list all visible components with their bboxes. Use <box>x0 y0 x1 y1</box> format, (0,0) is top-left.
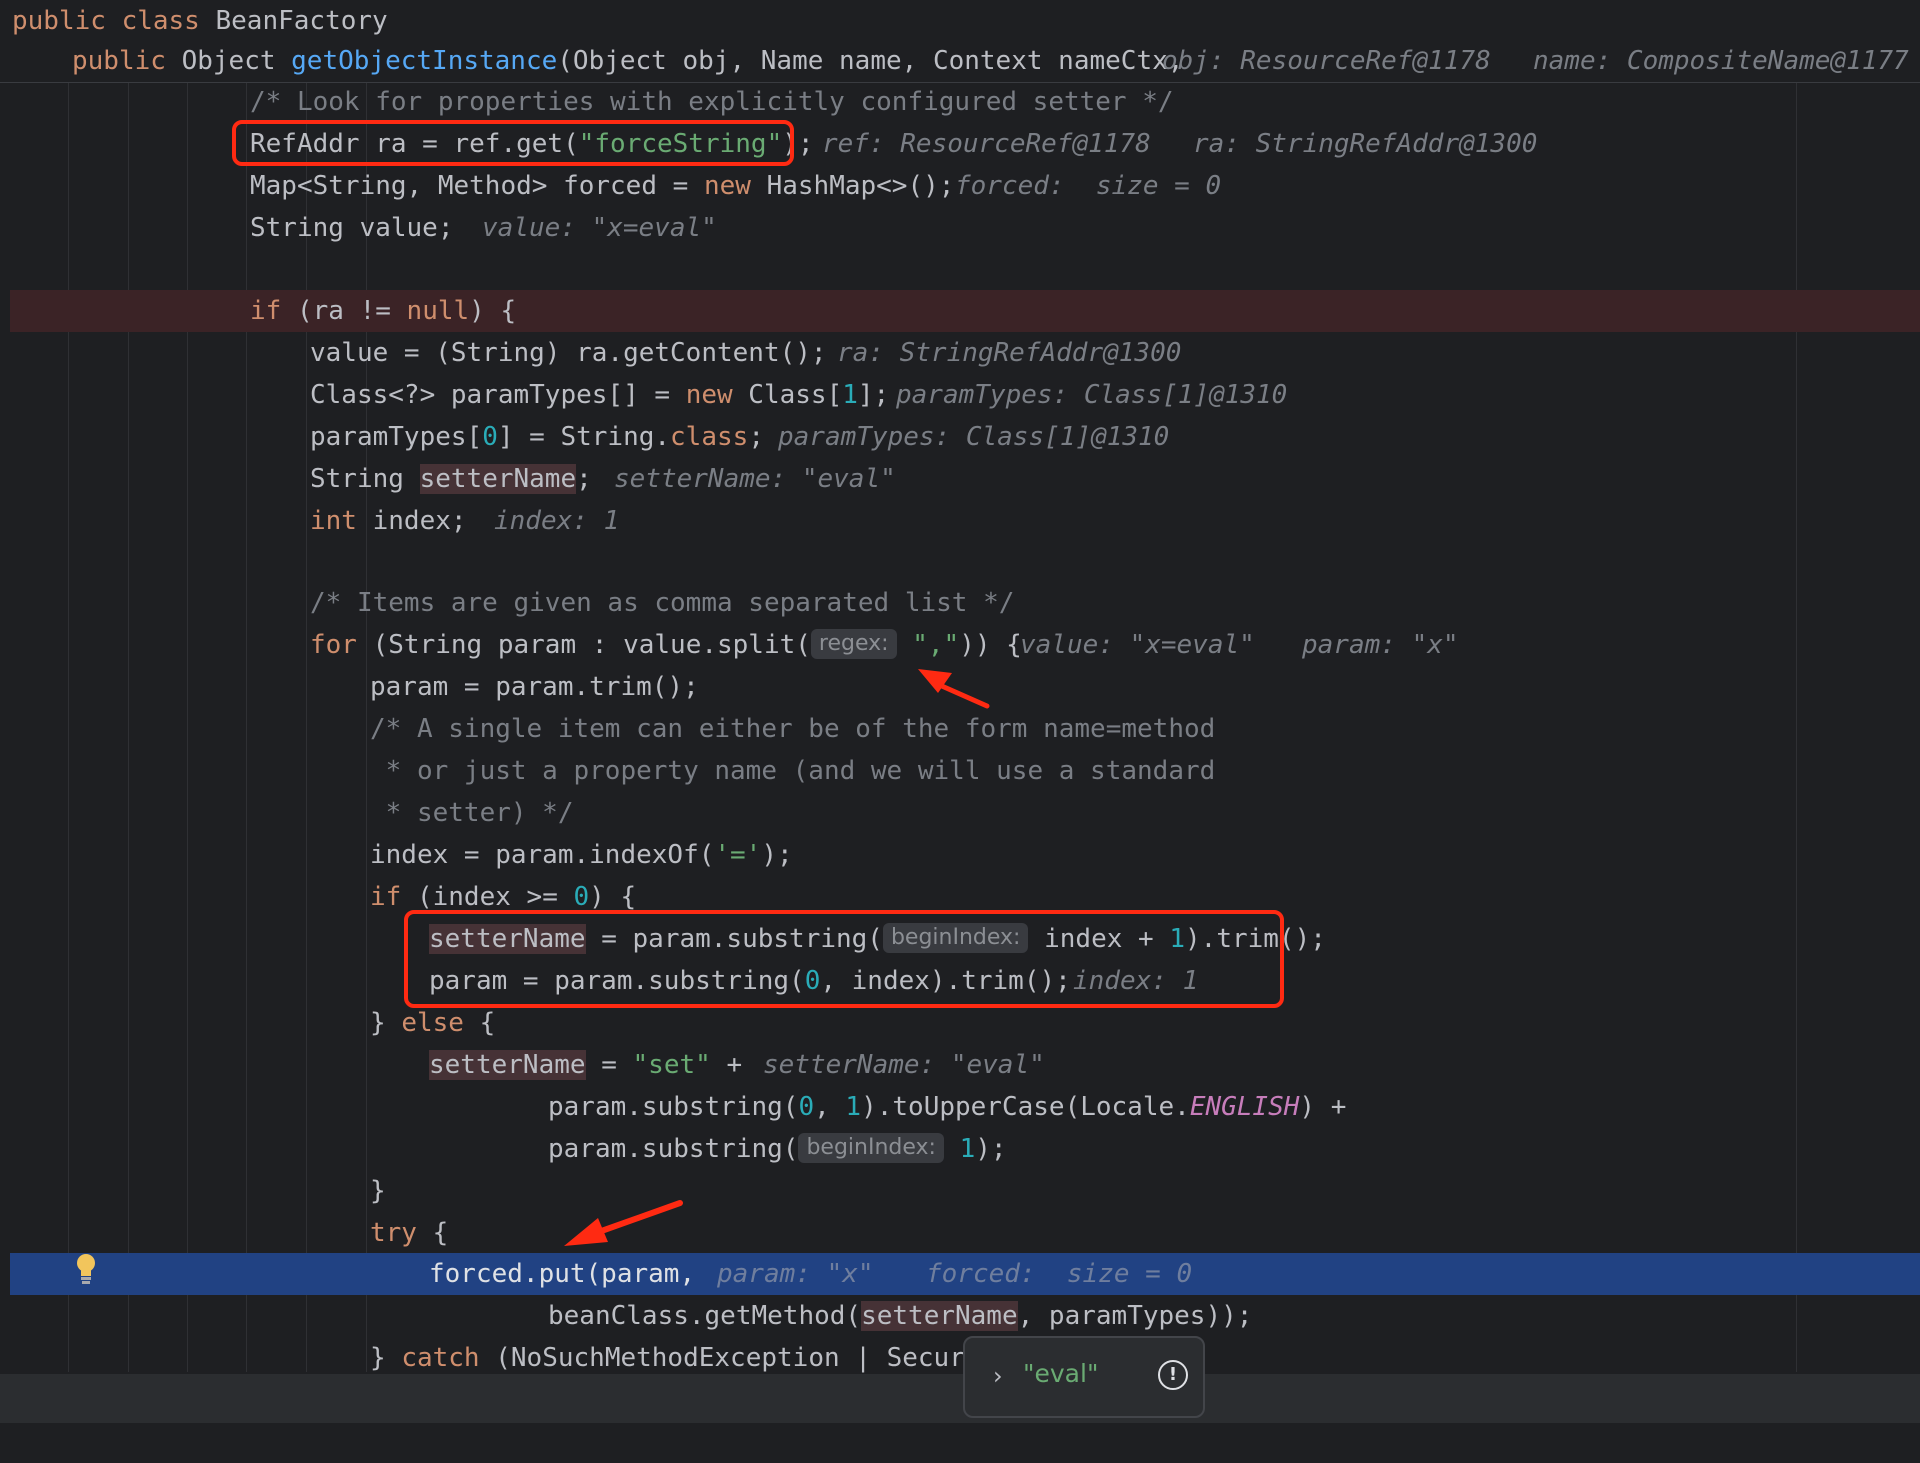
info-circle-icon[interactable]: ! <box>1158 1360 1188 1390</box>
debug-value-popup[interactable]: › "eval" ! <box>963 1336 1205 1418</box>
bottom-panel <box>0 1374 1920 1423</box>
annotation-arrows <box>564 669 990 1246</box>
arrow-icon <box>918 669 990 709</box>
chevron-right-icon[interactable]: › <box>993 1362 1003 1390</box>
popup-value: "eval" <box>1023 1359 1099 1388</box>
code-editor[interactable]: public class BeanFactory public Object g… <box>0 0 1920 1423</box>
arrow-icon <box>564 1200 683 1246</box>
